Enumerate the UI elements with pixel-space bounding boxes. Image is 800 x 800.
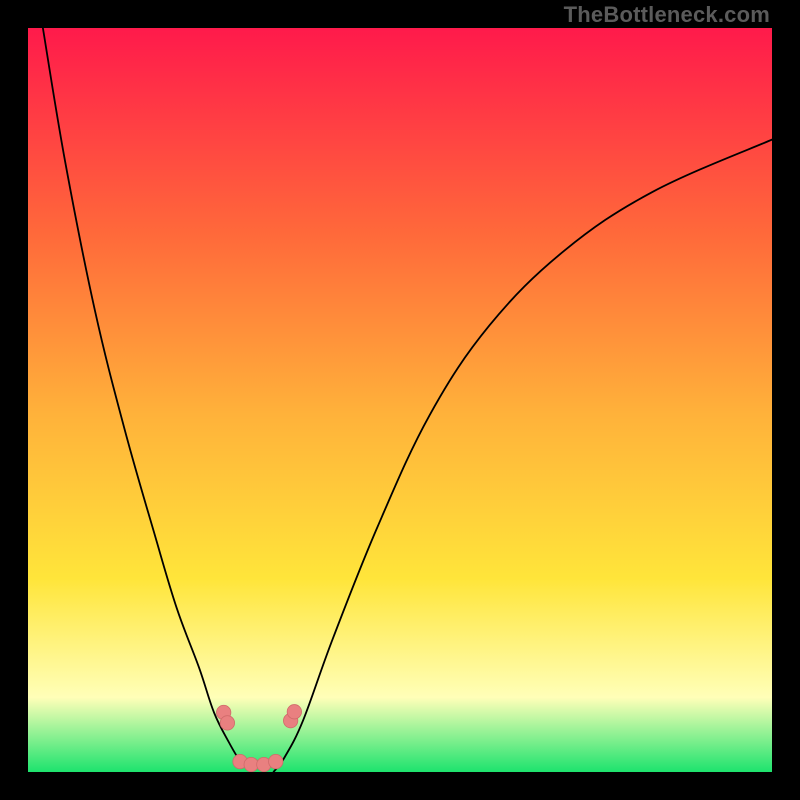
watermark-text: TheBottleneck.com xyxy=(564,2,770,28)
chart-canvas xyxy=(28,28,772,772)
marker-left-cluster-b xyxy=(220,716,234,730)
chart-frame xyxy=(0,0,800,800)
marker-right-cluster-b xyxy=(287,705,301,719)
marker-floor-d xyxy=(269,754,283,768)
background-gradient xyxy=(28,28,772,772)
marker-floor-b xyxy=(244,757,258,771)
